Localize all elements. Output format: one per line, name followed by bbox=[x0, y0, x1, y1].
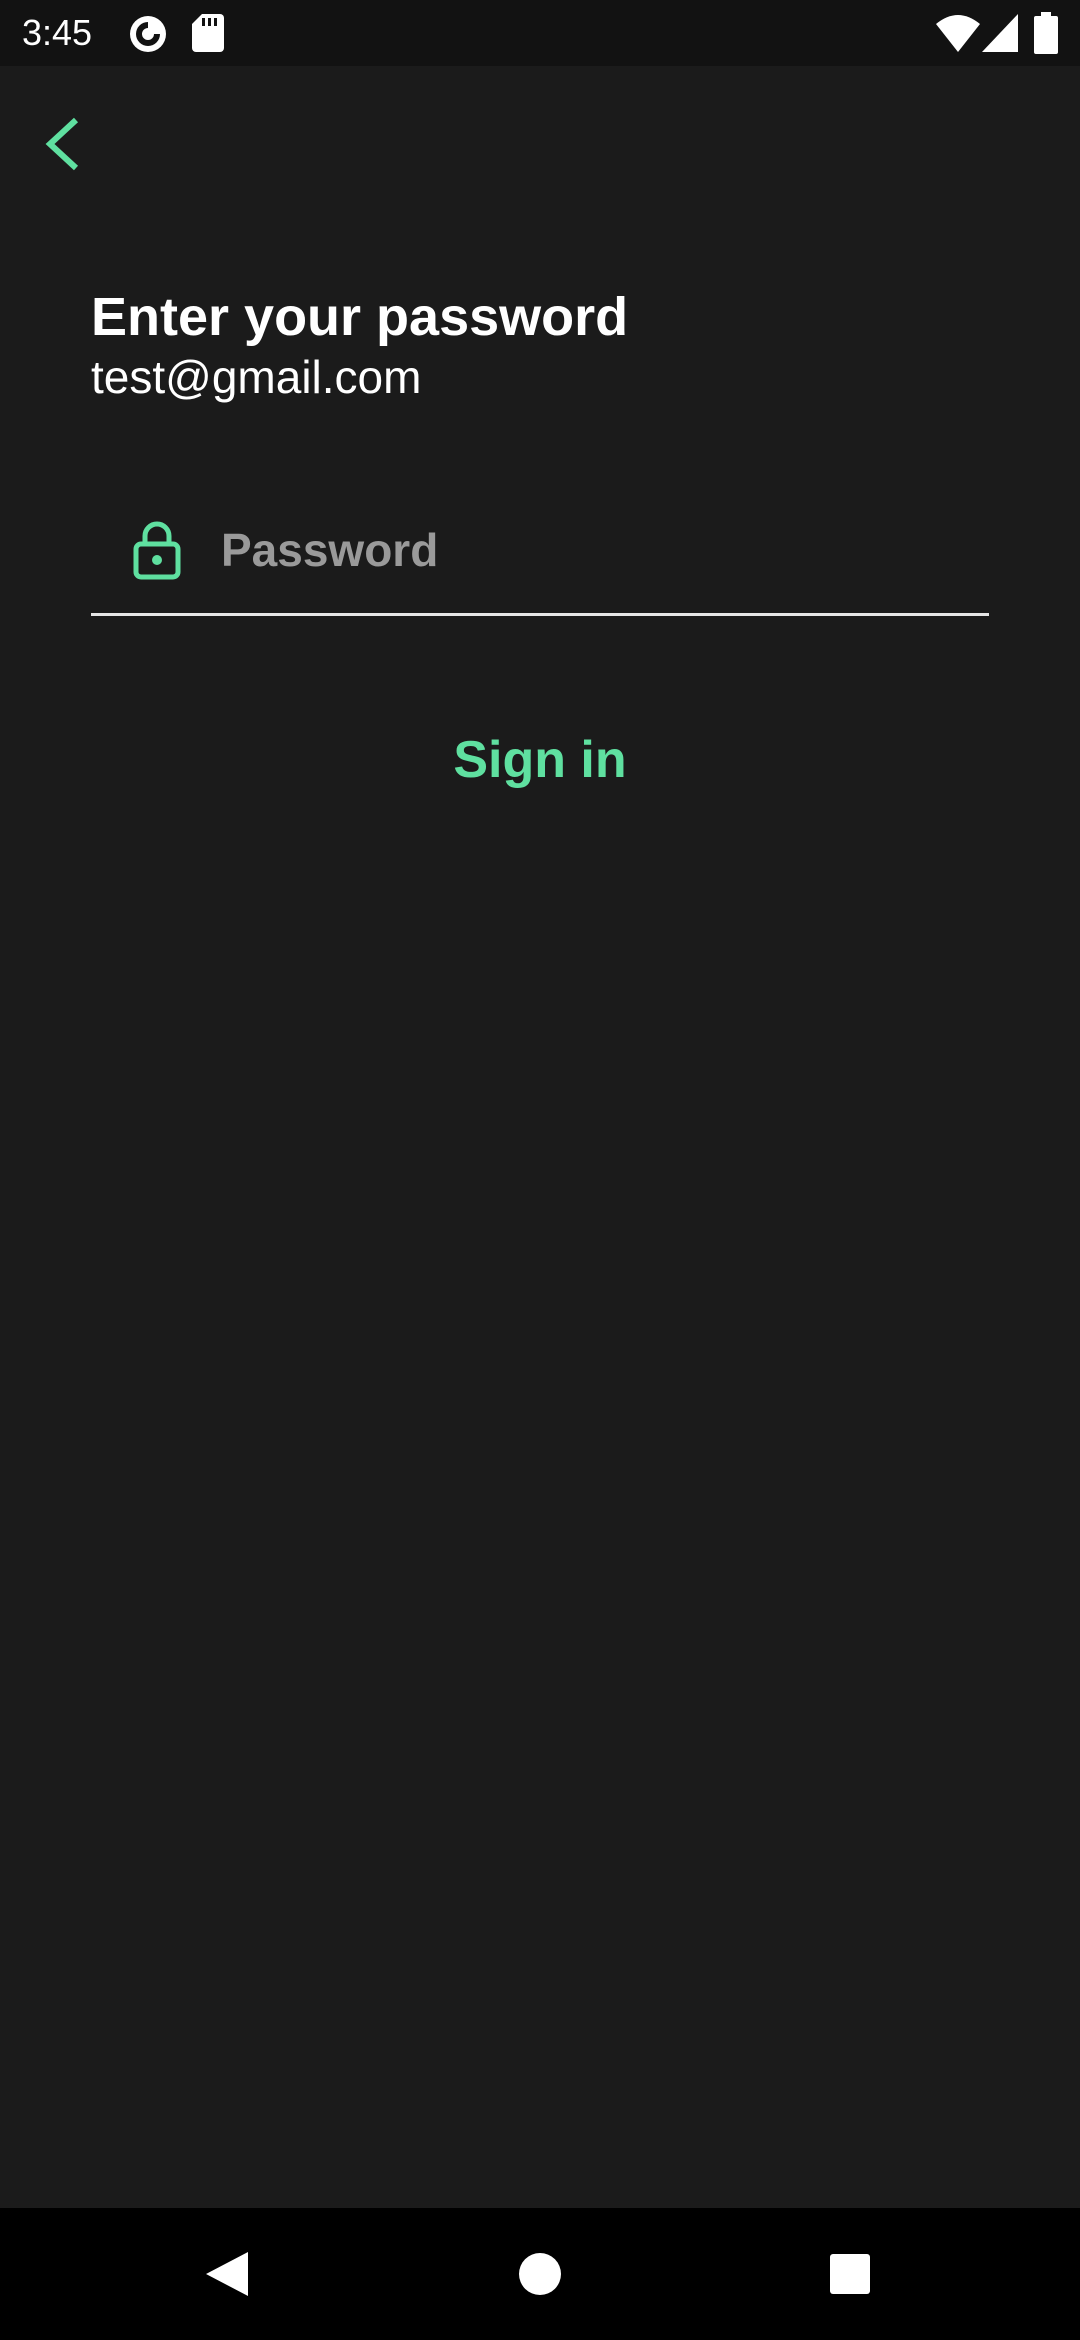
wifi-icon bbox=[936, 15, 980, 52]
password-input[interactable] bbox=[221, 512, 961, 588]
nav-back-button[interactable] bbox=[188, 2236, 264, 2312]
sign-in-button[interactable]: Sign in bbox=[400, 720, 680, 800]
status-time: 3:45 bbox=[22, 12, 93, 53]
pocket-casts-icon bbox=[130, 16, 166, 52]
nav-home-button[interactable] bbox=[502, 2236, 578, 2312]
lock-icon bbox=[133, 521, 181, 580]
sd-card-icon bbox=[192, 14, 224, 52]
cell-signal-icon bbox=[982, 14, 1018, 52]
status-bar: 3:45 bbox=[0, 0, 1080, 66]
page-title: Enter your password bbox=[91, 287, 629, 347]
chevron-left-icon bbox=[45, 117, 79, 171]
back-triangle-icon bbox=[206, 2252, 248, 2296]
nav-recents-button[interactable] bbox=[812, 2236, 888, 2312]
home-circle-icon bbox=[519, 2253, 561, 2295]
recents-square-icon bbox=[830, 2254, 870, 2294]
battery-icon bbox=[1034, 12, 1058, 54]
account-email: test@gmail.com bbox=[91, 351, 422, 403]
password-field[interactable] bbox=[91, 500, 989, 616]
back-button[interactable] bbox=[30, 100, 94, 184]
